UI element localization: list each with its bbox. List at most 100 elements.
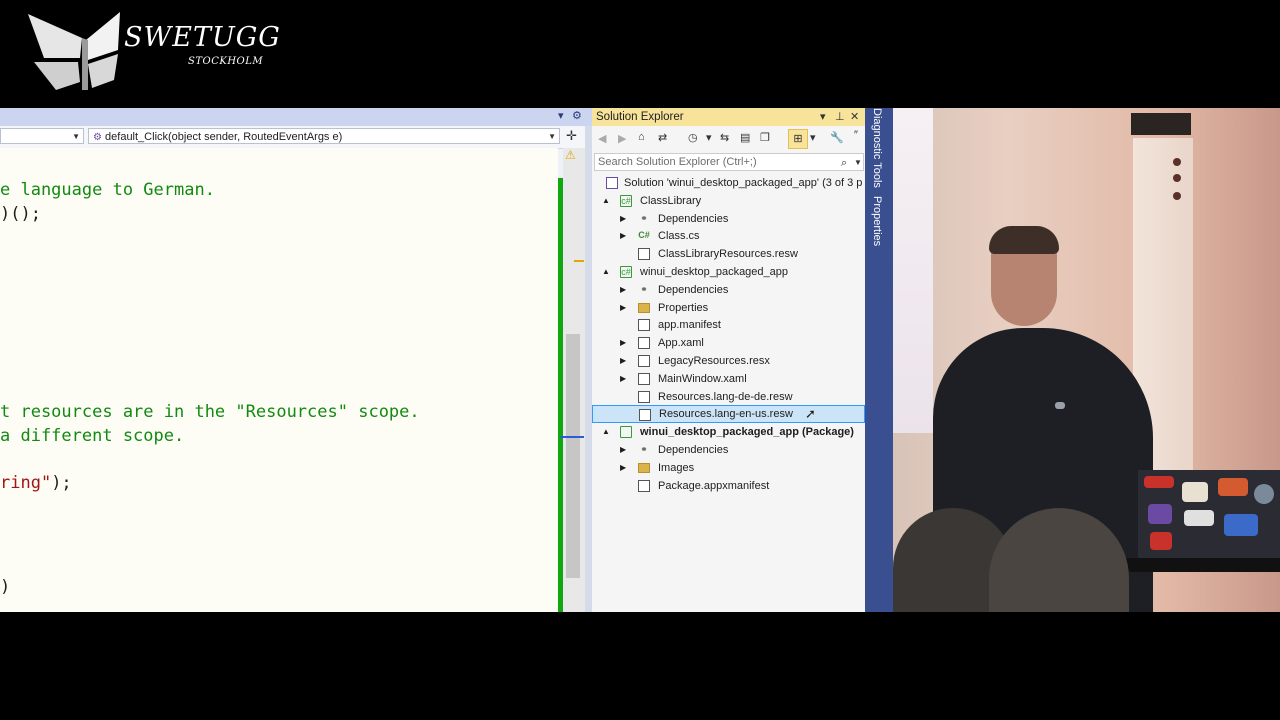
back-icon[interactable]: ◀ bbox=[598, 132, 606, 145]
tree-item-label: app.manifest bbox=[658, 319, 721, 332]
tree-item[interactable]: ▶ Images bbox=[592, 459, 865, 477]
pin-icon[interactable]: ⊥ bbox=[835, 108, 845, 126]
tree-item[interactable]: ▶ Properties bbox=[592, 299, 865, 317]
expand-arrow-icon[interactable]: ▶ bbox=[620, 370, 626, 388]
sticker bbox=[1150, 532, 1172, 550]
scrollbar-thumb[interactable] bbox=[566, 334, 580, 578]
tab-properties[interactable]: Properties bbox=[871, 196, 883, 246]
code-token: ring" bbox=[0, 473, 52, 493]
tree-item-label: ClassLibrary bbox=[640, 194, 702, 207]
tree-item-label: Dependencies bbox=[658, 212, 729, 225]
show-all-files-icon[interactable]: ❐ bbox=[760, 131, 770, 144]
home-icon[interactable]: ⌂ bbox=[638, 131, 645, 143]
collapse-arrow-icon[interactable]: ▲ bbox=[602, 192, 610, 210]
expand-arrow-icon[interactable]: ▶ bbox=[620, 441, 626, 459]
code-token: ); bbox=[51, 473, 72, 493]
presenter-video bbox=[893, 108, 1280, 612]
expand-arrow-icon[interactable]: ▶ bbox=[620, 334, 626, 352]
collapse-arrow-icon[interactable]: ▲ bbox=[602, 263, 610, 281]
method-icon: ⚙ bbox=[93, 132, 102, 143]
solution-explorer-toolbar: ◀ ▶ ⌂ ⇄ ◷ ▾ ⇆ ▤ ❐ ⊞ ▾ 🔧 ″ bbox=[592, 126, 865, 152]
chevron-down-icon[interactable]: ▼ bbox=[854, 155, 862, 171]
solution-icon bbox=[606, 177, 618, 189]
chevron-down-icon: ▼ bbox=[548, 132, 556, 141]
tree-item-label: Class.cs bbox=[658, 230, 700, 243]
code-line: a different scope. bbox=[0, 426, 184, 446]
tree-item[interactable]: ClassLibraryResources.resw bbox=[592, 245, 865, 263]
caret-marker bbox=[560, 436, 584, 438]
tree-item[interactable]: app.manifest bbox=[592, 316, 865, 334]
tree-item-label: Package.appxmanifest bbox=[658, 479, 770, 492]
resource-file-icon bbox=[639, 409, 651, 422]
chevron-down-icon[interactable]: ▾ bbox=[810, 131, 816, 144]
expand-arrow-icon[interactable]: ▶ bbox=[620, 352, 626, 370]
close-icon[interactable]: ✕ bbox=[850, 108, 859, 126]
tree-item[interactable]: ▲ c# ClassLibrary bbox=[592, 192, 865, 210]
switch-views-icon[interactable]: ⇄ bbox=[658, 131, 667, 144]
chevron-down-icon[interactable]: ▾ bbox=[706, 131, 712, 144]
member-dropdown[interactable]: ⚙ default_Click(object sender, RoutedEve… bbox=[88, 128, 560, 144]
code-token: ) bbox=[0, 577, 11, 597]
dropdown-arrow-icon[interactable]: ▾ bbox=[558, 109, 564, 122]
tree-item[interactable]: Resources.lang-de-de.resw bbox=[592, 388, 865, 406]
dependencies-icon: ⚭ bbox=[640, 283, 648, 294]
appxmanifest-file-icon bbox=[638, 479, 650, 492]
tree-item-label: LegacyResources.resx bbox=[658, 355, 770, 367]
mouse-cursor-icon: ➚ bbox=[805, 406, 816, 422]
tree-item[interactable]: ▶ App.xaml bbox=[592, 334, 865, 352]
tree-item[interactable]: ▶ C# Class.cs bbox=[592, 227, 865, 245]
overflow-icon[interactable]: ″ bbox=[854, 129, 858, 141]
tree-item-label: Solution 'winui_desktop_packaged_app' (3… bbox=[624, 177, 863, 189]
warning-icon: ⚠ bbox=[565, 148, 576, 162]
tree-item[interactable]: ▶ MainWindow.xaml bbox=[592, 370, 865, 388]
type-dropdown[interactable]: ▼ bbox=[0, 128, 84, 144]
sync-icon[interactable]: ⇆ bbox=[720, 131, 729, 144]
forward-icon[interactable]: ▶ bbox=[618, 132, 626, 145]
sticker bbox=[1224, 514, 1258, 536]
tree-item[interactable]: ▶ ⚭ Dependencies bbox=[592, 281, 865, 299]
dependencies-icon: ⚭ bbox=[640, 444, 648, 454]
tree-item-label: App.xaml bbox=[658, 337, 704, 350]
code-area[interactable]: e language to German.)(); t resources are… bbox=[0, 148, 558, 612]
solution-explorer-search[interactable]: Search Solution Explorer (Ctrl+;) ⌕ ▼ bbox=[594, 153, 864, 171]
expand-arrow-icon[interactable]: ▶ bbox=[620, 281, 626, 299]
code-line: e language to German. bbox=[0, 180, 215, 200]
logo-subtitle: STOCKHOLM bbox=[188, 56, 264, 67]
collapse-arrow-icon[interactable]: ▲ bbox=[602, 423, 610, 441]
tree-item[interactable]: ▶ ⚭ Dependencies bbox=[592, 441, 865, 459]
expand-arrow-icon[interactable]: ▶ bbox=[620, 299, 626, 317]
tree-item-label: Dependencies bbox=[658, 444, 729, 456]
dropdown-arrow-icon[interactable]: ▾ bbox=[820, 108, 826, 126]
tree-item[interactable]: Package.appxmanifest bbox=[592, 477, 865, 495]
tree-item[interactable]: Resources.lang-en-us.resw ➚ bbox=[592, 405, 865, 424]
xaml-file-icon bbox=[638, 372, 650, 385]
wrench-icon[interactable]: 🔧 bbox=[830, 131, 844, 144]
tree-item[interactable]: Solution 'winui_desktop_packaged_app' (3… bbox=[592, 174, 865, 192]
code-line: ring"); bbox=[0, 473, 72, 493]
tree-item[interactable]: ▶ LegacyResources.resx bbox=[592, 352, 865, 370]
member-dropdown-value: default_Click(object sender, RoutedEvent… bbox=[105, 131, 343, 143]
manifest-file-icon bbox=[638, 319, 650, 332]
gear-icon[interactable]: ⚙ bbox=[572, 109, 582, 122]
tree-item[interactable]: ▲ winui_desktop_packaged_app (Package) bbox=[592, 423, 865, 441]
track-active-item-icon[interactable]: ⊞ bbox=[788, 129, 808, 149]
collapse-all-icon[interactable]: ▤ bbox=[740, 131, 750, 144]
split-editor-icon[interactable]: ✛ bbox=[566, 128, 577, 144]
tree-item[interactable]: ▲ c# winui_desktop_packaged_app bbox=[592, 263, 865, 281]
sticker bbox=[1254, 484, 1274, 504]
pending-changes-icon[interactable]: ◷ bbox=[688, 131, 698, 144]
tree-item-label: MainWindow.xaml bbox=[658, 372, 747, 385]
solution-explorer: Solution Explorer ▾ ⊥ ✕ ◀ ▶ ⌂ ⇄ ◷ ▾ ⇆ ▤ … bbox=[592, 108, 865, 612]
tree-item[interactable]: ▶ ⚭ Dependencies bbox=[592, 210, 865, 228]
sticker bbox=[1144, 476, 1174, 488]
search-icon[interactable]: ⌕ bbox=[841, 155, 847, 171]
search-placeholder: Search Solution Explorer (Ctrl+;) bbox=[598, 156, 757, 168]
expand-arrow-icon[interactable]: ▶ bbox=[620, 227, 626, 245]
tree-item-label: Resources.lang-de-de.resw bbox=[658, 390, 793, 403]
expand-arrow-icon[interactable]: ▶ bbox=[620, 459, 626, 477]
laptop bbox=[1138, 470, 1280, 560]
wall-dot bbox=[1173, 158, 1181, 166]
expand-arrow-icon[interactable]: ▶ bbox=[620, 210, 626, 228]
tab-diagnostic-tools[interactable]: Diagnostic Tools bbox=[871, 108, 883, 188]
wall-dot bbox=[1173, 174, 1181, 182]
